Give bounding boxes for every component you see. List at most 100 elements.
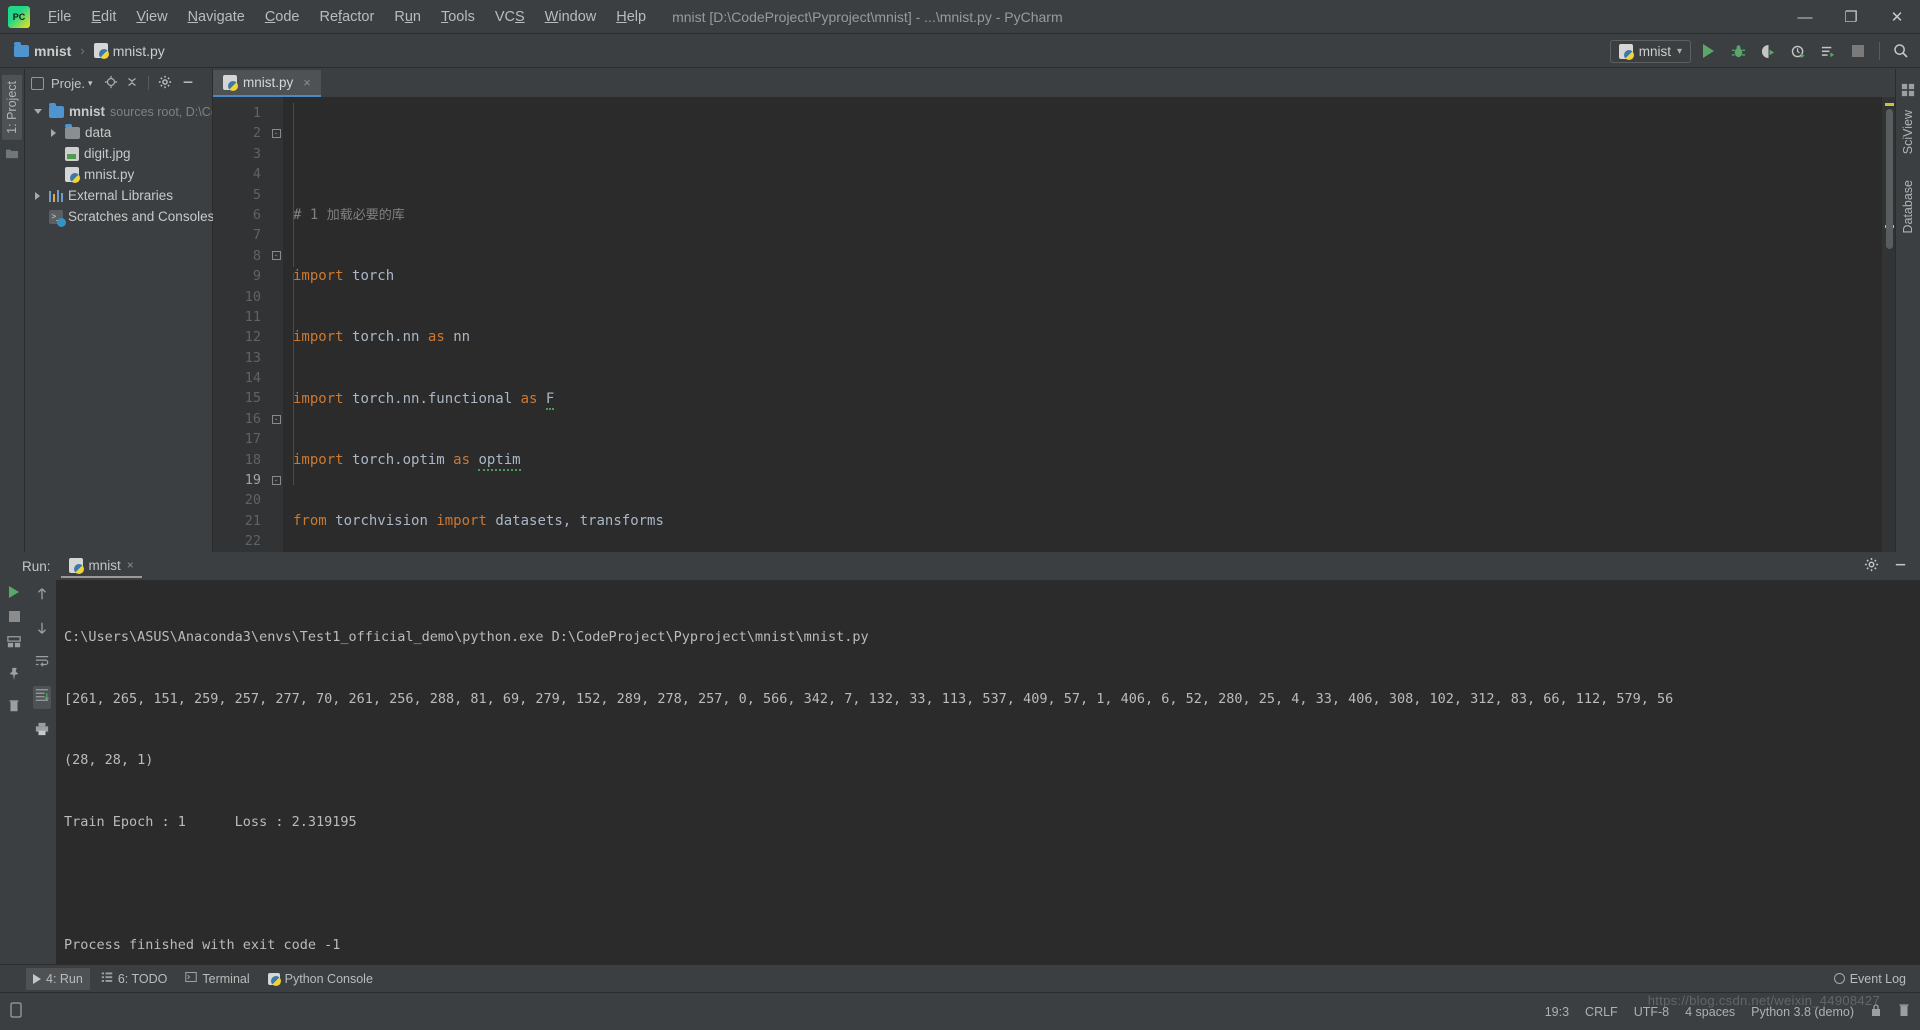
todo-icon [101, 971, 113, 986]
run-tab-mnist[interactable]: mnist × [60, 555, 142, 578]
folder-icon [14, 41, 29, 57]
scroll-to-end-icon[interactable] [33, 686, 51, 709]
watermark: https://blog.csdn.net/weixin_44908427 [1647, 993, 1880, 1008]
gear-icon[interactable] [158, 75, 172, 92]
fold-marker[interactable]: - [269, 470, 283, 490]
locate-icon[interactable] [104, 75, 118, 92]
editor-scrollbar-thumb[interactable] [1886, 109, 1893, 249]
python-icon [1618, 43, 1634, 60]
collapse-all-icon[interactable] [125, 75, 139, 92]
tool-button-run[interactable]: 4: Run [26, 967, 90, 990]
run-configuration-selector[interactable]: mnist ▾ [1609, 39, 1691, 63]
debug-button[interactable] [1725, 38, 1751, 64]
up-arrow-icon[interactable] [35, 586, 49, 607]
project-view-icon [31, 76, 44, 90]
twisty-right-icon[interactable] [31, 191, 44, 200]
menu-tools[interactable]: Tools [431, 5, 485, 29]
menu-window[interactable]: Window [535, 5, 607, 29]
run-tab-label: mnist [88, 557, 121, 573]
search-icon[interactable] [1888, 38, 1914, 64]
tool-button-todo[interactable]: 6: TODO [94, 967, 175, 990]
pin-icon[interactable] [7, 667, 21, 686]
minimize-button[interactable]: — [1782, 0, 1828, 34]
fold-marker[interactable]: - [269, 409, 283, 429]
warning-marker[interactable] [1885, 103, 1894, 106]
tool-button-label: Python Console [284, 971, 373, 986]
toggle-tasks-icon[interactable] [7, 635, 21, 654]
rerun-button[interactable] [9, 586, 19, 598]
line-number: 1 [252, 105, 261, 121]
hide-panel-icon[interactable] [181, 75, 195, 92]
pycharm-logo-icon [8, 5, 30, 28]
profile-button[interactable] [1785, 38, 1811, 64]
project-panel-title[interactable]: Proje. [51, 76, 85, 91]
image-file-icon [65, 146, 79, 161]
tool-button-terminal[interactable]: Terminal [178, 967, 256, 990]
gear-icon[interactable] [1864, 557, 1879, 575]
run-panel-label: Run: [22, 558, 51, 574]
tree-item-mnist-py[interactable]: mnist.py [25, 164, 212, 185]
tool-tab-sciview[interactable]: SciView [1898, 104, 1918, 160]
line-separator[interactable]: CRLF [1585, 1005, 1618, 1019]
twisty-down-icon[interactable] [31, 109, 44, 114]
stop-button[interactable] [8, 611, 20, 622]
run-icon [33, 973, 41, 984]
line-number-current: 19 [244, 472, 261, 489]
soft-wrap-icon[interactable] [35, 654, 49, 673]
console-output[interactable]: C:\Users\ASUS\Anaconda3\envs\Test1_offic… [56, 580, 1920, 990]
tree-item-mnist[interactable]: mnist sources root, D:\C( [25, 101, 212, 122]
breadcrumb-item-project[interactable]: mnist [10, 41, 75, 61]
delete-icon[interactable] [7, 699, 21, 718]
line-number: 6 [252, 206, 261, 223]
tree-item-external-libraries[interactable]: External Libraries [25, 185, 212, 206]
tool-tab-project[interactable]: 1: Project [2, 75, 22, 140]
tree-item-digit-jpg[interactable]: digit.jpg [25, 143, 212, 164]
editor-tab-mnist-py[interactable]: mnist.py × [213, 70, 321, 97]
event-log-button[interactable]: Event Log [1833, 972, 1906, 986]
maximize-button[interactable]: ❐ [1828, 0, 1874, 34]
run-button[interactable] [1695, 38, 1721, 64]
close-icon[interactable]: × [303, 75, 311, 90]
menu-run[interactable]: Run [384, 5, 431, 29]
run-panel-actions [1864, 557, 1908, 575]
memory-indicator-icon[interactable] [10, 1002, 22, 1021]
breadcrumb-item-file[interactable]: mnist.py [90, 41, 169, 61]
fold-marker[interactable]: - [269, 246, 283, 266]
menu-view[interactable]: View [126, 5, 177, 29]
tree-item-scratches[interactable]: >_ Scratches and Consoles [25, 206, 214, 227]
line-number: 14 [244, 370, 261, 387]
trash-icon[interactable] [1898, 1003, 1910, 1020]
menu-code[interactable]: Code [255, 5, 310, 29]
console-line: C:\Users\ASUS\Anaconda3\envs\Test1_offic… [64, 629, 869, 645]
tool-tab-database[interactable]: Database [1898, 174, 1918, 240]
menu-vcs[interactable]: VCS [485, 5, 535, 29]
chevron-down-icon[interactable]: ▾ [88, 78, 93, 89]
tree-item-data[interactable]: data [25, 122, 212, 143]
tree-item-label: mnist [69, 104, 106, 119]
event-log-icon [1833, 973, 1845, 984]
close-icon[interactable]: × [127, 558, 134, 572]
code-line-5: import torch.optim as optim [293, 450, 1882, 471]
menu-file[interactable]: File [38, 5, 81, 29]
tool-button-python-console[interactable]: Python Console [261, 968, 380, 990]
sciview-icon[interactable] [1901, 83, 1915, 102]
caret-position[interactable]: 19:3 [1545, 1005, 1569, 1019]
down-arrow-icon[interactable] [35, 620, 49, 641]
menu-edit[interactable]: Edit [81, 5, 126, 29]
stop-button[interactable] [1845, 38, 1871, 64]
close-button[interactable]: ✕ [1874, 0, 1920, 34]
run-coverage-button[interactable] [1755, 38, 1781, 64]
menu-help[interactable]: Help [606, 5, 656, 29]
print-icon[interactable] [35, 722, 49, 741]
python-file-icon [223, 75, 238, 91]
hide-panel-icon[interactable] [1893, 557, 1908, 575]
fold-marker[interactable]: - [269, 123, 283, 143]
menu-navigate[interactable]: Navigate [178, 5, 255, 29]
folder-icon[interactable] [5, 146, 19, 164]
menu-refactor[interactable]: Refactor [310, 5, 385, 29]
twisty-right-icon[interactable] [47, 128, 60, 137]
console-line: (28, 28, 1) [64, 752, 154, 768]
line-number: 5 [252, 186, 261, 203]
run-with-params-button[interactable] [1815, 38, 1841, 64]
chevron-down-icon: ▾ [1676, 45, 1682, 57]
